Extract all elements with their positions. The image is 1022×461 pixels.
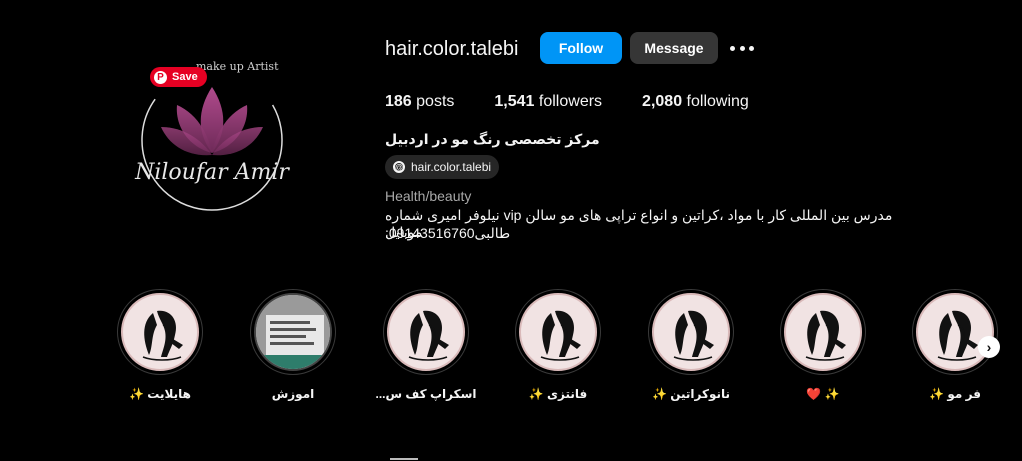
profile-stats: 186 posts 1,541 followers 2,080 followin… xyxy=(385,93,789,111)
highlight-label: نانوکراتین ✨ xyxy=(651,387,731,401)
bio-line-2[interactable]: طالبی09143516760: xyxy=(385,225,510,242)
threads-handle: hair.color.talebi xyxy=(411,160,492,174)
next-arrow-icon[interactable]: › xyxy=(978,336,1000,358)
highlight-cover-illustration xyxy=(652,293,730,371)
highlight-label: فر مو ✨ xyxy=(929,387,981,401)
highlight-label: اسکراپ کف س... xyxy=(375,387,477,401)
pinterest-icon: P xyxy=(154,70,167,84)
highlight-cover-photo xyxy=(254,293,332,371)
avatar-ring-text: make up Artist xyxy=(196,60,279,73)
highlight-ring xyxy=(250,289,336,375)
highlight-item[interactable]: نانوکراتین ✨ xyxy=(636,289,746,401)
following-label: following xyxy=(686,93,749,110)
highlight-ring xyxy=(648,289,734,375)
avatar-logo-text: Niloufar Amir xyxy=(135,160,289,185)
profile-username: hair.color.talebi xyxy=(385,38,519,60)
highlight-item[interactable]: اسکراپ کف س... xyxy=(371,289,481,401)
highlight-label: ✨ ❤️ xyxy=(806,387,840,401)
highlight-item[interactable]: هایلایت ✨ xyxy=(105,289,215,401)
pinterest-save-label: Save xyxy=(172,71,198,83)
woman-hair-icon xyxy=(142,310,183,361)
highlight-ring xyxy=(912,289,998,375)
posts-count: 186 xyxy=(385,93,412,110)
highlight-ring xyxy=(515,289,601,375)
highlight-cover-illustration xyxy=(387,293,465,371)
highlight-cover-illustration xyxy=(519,293,597,371)
highlight-cover-illustration xyxy=(916,293,994,371)
pinterest-save-button[interactable]: P Save xyxy=(150,67,207,87)
highlight-item[interactable]: ✨ ❤️ xyxy=(768,289,878,401)
highlight-item[interactable]: فانتزی ✨ xyxy=(503,289,613,401)
followers-label: followers xyxy=(538,93,603,110)
following-count: 2,080 xyxy=(642,93,683,110)
highlight-label: اموزش xyxy=(271,387,315,401)
posts-label: posts xyxy=(416,93,455,110)
follow-button[interactable]: Follow xyxy=(540,32,622,64)
highlight-ring xyxy=(383,289,469,375)
woman-hair-icon xyxy=(408,310,449,361)
message-button[interactable]: Message xyxy=(630,32,718,64)
highlight-ring xyxy=(117,289,203,375)
woman-hair-icon xyxy=(673,310,714,361)
highlight-cover-illustration xyxy=(121,293,199,371)
highlight-item[interactable]: اموزش xyxy=(238,289,348,401)
woman-hair-icon xyxy=(540,310,581,361)
threads-icon: @ xyxy=(393,161,405,173)
followers-count: 1,541 xyxy=(494,93,535,110)
followers-stat[interactable]: 1,541 followers xyxy=(494,93,602,111)
highlight-ring xyxy=(780,289,866,375)
woman-hair-icon xyxy=(937,310,978,361)
highlight-label: هایلایت ✨ xyxy=(129,387,191,401)
woman-hair-icon xyxy=(805,310,846,361)
profile-category: Health/beauty xyxy=(385,188,472,204)
tab-indicator xyxy=(390,458,418,460)
following-stat[interactable]: 2,080 following xyxy=(642,93,749,111)
highlight-cover-illustration xyxy=(784,293,862,371)
profile-full-name: مرکز تخصصی رنگ مو در اردبیل xyxy=(385,131,600,147)
posts-stat: 186 posts xyxy=(385,93,454,111)
threads-link[interactable]: @ hair.color.talebi xyxy=(385,155,500,179)
highlight-cover-photo xyxy=(256,295,330,369)
more-options-icon[interactable] xyxy=(730,38,754,58)
highlight-label: فانتزی ✨ xyxy=(528,387,588,401)
